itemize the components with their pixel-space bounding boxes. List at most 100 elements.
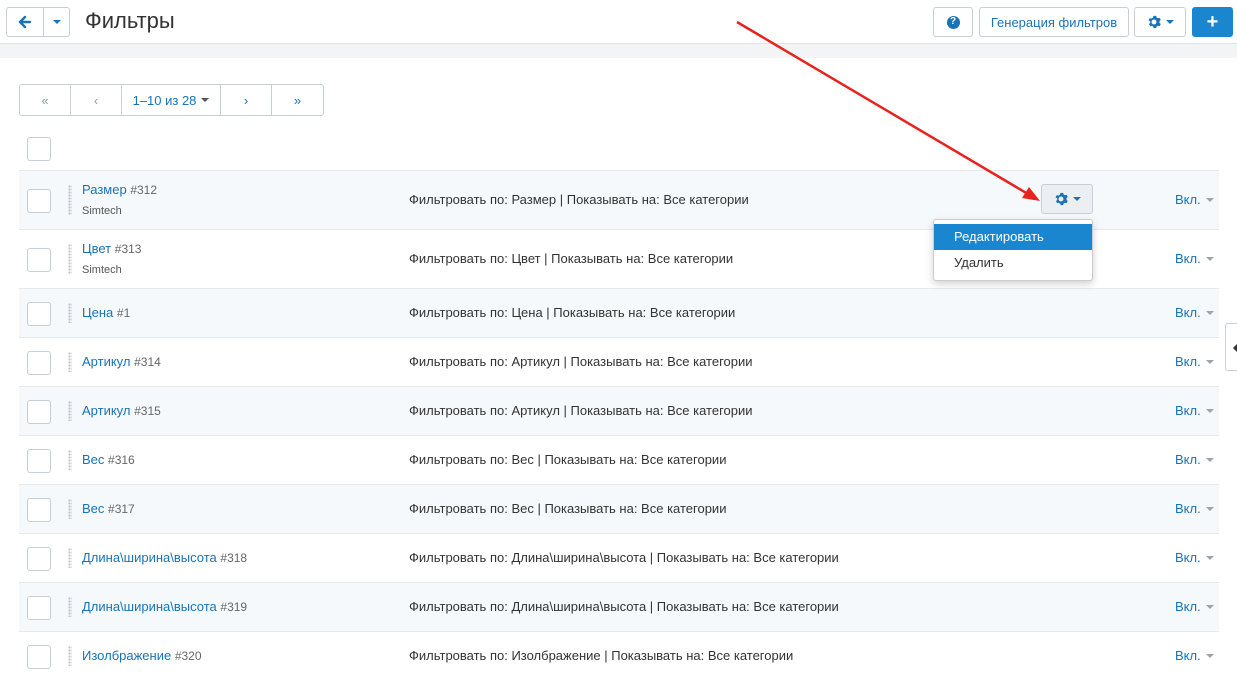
filter-id: #315 <box>134 403 161 418</box>
chevron-down-icon <box>1205 360 1214 365</box>
prev-page-button[interactable]: ‹ <box>71 85 122 115</box>
next-page-button[interactable]: › <box>221 85 272 115</box>
back-button[interactable] <box>6 7 44 37</box>
filter-id: #1 <box>116 305 131 320</box>
table-row: Артикул #315 Фильтровать по: Артикул | По… <box>19 386 1219 435</box>
filter-description: Фильтровать по: Артикул | Показывать на:… <box>409 402 753 418</box>
row-checkbox[interactable] <box>27 399 51 424</box>
drag-handle-icon[interactable] <box>68 646 72 666</box>
filter-description: Фильтровать по: Вес | Показывать на: Все… <box>409 451 727 467</box>
status-dropdown[interactable]: Вкл. <box>1175 501 1214 516</box>
row-checkbox[interactable] <box>27 301 51 326</box>
row-actions-button[interactable] <box>1041 184 1093 214</box>
status-label: Вкл. <box>1175 549 1201 565</box>
table-row: Длина\ширина\высота #318 Фильтровать по: … <box>19 533 1219 582</box>
drag-handle-icon[interactable] <box>68 352 72 372</box>
drag-handle-icon[interactable] <box>68 244 72 274</box>
drag-handle-icon[interactable] <box>68 597 72 617</box>
filter-description: Фильтровать по: Цвет | Показывать на: Вс… <box>409 250 734 266</box>
status-dropdown[interactable]: Вкл. <box>1175 403 1214 418</box>
status-dropdown[interactable]: Вкл. <box>1175 550 1214 565</box>
filter-name-link[interactable]: Вес <box>82 501 104 516</box>
filter-description: Фильтровать по: Изолбражение | Показыват… <box>409 647 794 663</box>
drag-handle-icon[interactable] <box>68 499 72 519</box>
row-checkbox[interactable] <box>27 247 51 272</box>
filter-name-link[interactable]: Длина\ширина\высота <box>82 550 217 565</box>
back-button-group <box>6 7 70 37</box>
filter-description: Фильтровать по: Вес | Показывать на: Все… <box>409 500 727 516</box>
generate-filters-button[interactable]: Генерация фильтров <box>979 7 1129 37</box>
filter-id: #318 <box>220 550 248 565</box>
filter-name-link[interactable]: Цена <box>82 305 113 320</box>
back-dropdown-toggle[interactable] <box>44 7 70 37</box>
drag-handle-icon[interactable] <box>68 450 72 470</box>
filter-name-link[interactable]: Артикул <box>82 403 130 418</box>
filter-description: Фильтровать по: Длина\ширина\высота | По… <box>409 549 839 565</box>
status-label: Вкл. <box>1175 451 1201 467</box>
row-checkbox[interactable] <box>27 497 51 522</box>
chevron-down-icon <box>52 20 61 24</box>
page-range-label: 1–10 из 28 <box>132 92 197 108</box>
filter-name-link[interactable]: Артикул <box>82 354 130 369</box>
page-title: Фильтры <box>85 8 175 33</box>
status-dropdown[interactable]: Вкл. <box>1175 354 1214 369</box>
row-checkbox[interactable] <box>27 546 51 571</box>
help-button[interactable]: ? <box>933 7 973 37</box>
filter-name-cell: Вес #316 <box>82 452 135 467</box>
row-checkbox[interactable] <box>27 188 51 213</box>
status-label: Вкл. <box>1175 402 1201 418</box>
filter-description: Фильтровать по: Цена | Показывать на: Вс… <box>409 304 736 320</box>
status-dropdown[interactable]: Вкл. <box>1175 251 1214 266</box>
status-dropdown[interactable]: Вкл. <box>1175 305 1214 320</box>
row-checkbox[interactable] <box>27 644 51 669</box>
filter-name-link[interactable]: Вес <box>82 452 104 467</box>
status-label: Вкл. <box>1175 647 1201 663</box>
status-label: Вкл. <box>1175 598 1201 614</box>
status-dropdown[interactable]: Вкл. <box>1175 599 1214 614</box>
table-row: Вес #316 Фильтровать по: Вес | Показывать… <box>19 435 1219 484</box>
table-row: Цена #1 Фильтровать по: Цена | Показывать… <box>19 288 1219 337</box>
page-range-dropdown[interactable]: 1–10 из 28 <box>122 85 221 115</box>
first-page-button[interactable]: « <box>20 85 71 115</box>
table-row: Изолбражение #320 Фильтровать по: Изолбра… <box>19 631 1219 680</box>
filter-name-cell: Артикул #315 <box>82 403 161 418</box>
filter-name-link[interactable]: Изолбражение <box>82 648 171 663</box>
row-checkbox[interactable] <box>27 595 51 620</box>
page-header: Фильтры ? Генерация фильтров + <box>0 0 1237 44</box>
status-dropdown[interactable]: Вкл. <box>1175 452 1214 467</box>
pagination: « ‹ 1–10 из 28 › » <box>19 84 324 116</box>
gear-icon <box>1147 15 1161 29</box>
table-row: Артикул #314 Фильтровать по: Артикул | По… <box>19 337 1219 386</box>
filter-name-link[interactable]: Длина\ширина\высота <box>82 599 217 614</box>
select-all-checkbox[interactable] <box>27 137 51 161</box>
status-dropdown[interactable]: Вкл. <box>1175 192 1214 207</box>
chevron-down-icon <box>1072 197 1081 201</box>
filter-name-link[interactable]: Размер <box>82 182 127 197</box>
filter-description: Фильтровать по: Длина\ширина\высота | По… <box>409 598 839 614</box>
settings-dropdown-button[interactable] <box>1134 7 1186 37</box>
chevron-down-icon <box>1205 257 1214 262</box>
menu-item-edit[interactable]: Редактировать <box>934 224 1092 250</box>
drag-handle-icon[interactable] <box>68 401 72 421</box>
chevron-down-icon <box>201 98 210 102</box>
row-actions-menu: Редактировать Удалить <box>933 219 1093 281</box>
drag-handle-icon[interactable] <box>68 303 72 323</box>
filter-name-cell: Вес #317 <box>82 501 135 516</box>
arrow-left-icon <box>18 15 32 29</box>
sidebar-toggle[interactable] <box>1225 323 1237 371</box>
status-dropdown[interactable]: Вкл. <box>1175 648 1214 663</box>
filter-name-link[interactable]: Цвет <box>82 241 111 256</box>
chevron-down-icon <box>1205 458 1214 463</box>
row-checkbox[interactable] <box>27 350 51 375</box>
row-checkbox[interactable] <box>27 448 51 473</box>
drag-handle-icon[interactable] <box>68 548 72 568</box>
filter-name-cell: Цена #1 <box>82 305 130 320</box>
help-icon: ? <box>946 15 960 29</box>
drag-handle-icon[interactable] <box>68 185 72 215</box>
menu-item-delete[interactable]: Удалить <box>934 250 1092 276</box>
last-page-button[interactable]: » <box>272 85 323 115</box>
filter-description: Фильтровать по: Размер | Показывать на: … <box>409 191 749 207</box>
filter-name-cell: Артикул #314 <box>82 354 161 369</box>
add-filter-button[interactable]: + <box>1192 7 1233 37</box>
filter-id: #312 <box>130 183 158 197</box>
